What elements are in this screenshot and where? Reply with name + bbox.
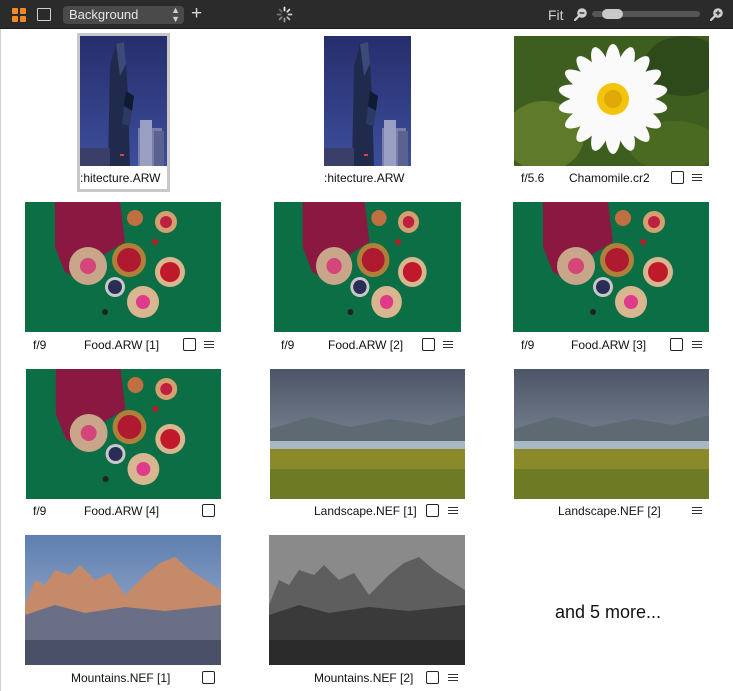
select-checkbox[interactable] <box>422 338 435 351</box>
file-name-label: Chamomile.cr2 <box>569 171 650 185</box>
select-checkbox[interactable] <box>426 671 439 684</box>
thumbnail-image[interactable] <box>26 369 221 499</box>
thumbnail-image[interactable] <box>514 369 709 499</box>
file-name-label: Food.ARW [2] <box>328 338 404 352</box>
metadata-list-icon[interactable] <box>692 507 702 515</box>
metadata-list-icon[interactable] <box>692 174 702 182</box>
thumbnail-image[interactable] <box>269 535 465 665</box>
loading-spinner-icon <box>276 6 293 23</box>
thumbnail-image[interactable] <box>25 535 221 665</box>
more-images-text: and 5 more... <box>555 602 662 622</box>
thumbnail-image[interactable] <box>324 36 411 166</box>
preset-select[interactable]: Background ▲ ▼ <box>63 6 184 24</box>
thumbnail-image[interactable] <box>80 36 167 166</box>
zoom-in-icon[interactable] <box>709 7 724 22</box>
file-name-label: Food.ARW [4] <box>84 504 160 518</box>
select-checkbox[interactable] <box>426 504 439 517</box>
file-name-label: Mountains.NEF [2] <box>314 671 414 685</box>
thumbnail-image[interactable] <box>25 202 221 332</box>
preset-value: Background <box>69 7 139 22</box>
file-name-label: :hitecture.ARW <box>324 171 405 185</box>
zoom-out-icon[interactable] <box>573 7 588 22</box>
thumbnail-image[interactable] <box>513 202 709 332</box>
file-name-label: Food.ARW [3] <box>571 338 647 352</box>
select-checkbox[interactable] <box>670 338 683 351</box>
metadata-list-icon[interactable] <box>443 341 453 349</box>
aperture-label: f/9 <box>33 504 47 518</box>
metadata-list-icon[interactable] <box>448 507 458 515</box>
browser-toolbar: Background ▲ ▼ + Fit <box>0 0 733 29</box>
metadata-list-icon[interactable] <box>448 674 458 682</box>
aperture-label: f/9 <box>521 338 535 352</box>
aperture-label: f/9 <box>281 338 295 352</box>
file-name-label: Food.ARW [1] <box>84 338 160 352</box>
file-name-label: :hitecture.ARW <box>80 171 161 185</box>
metadata-list-icon[interactable] <box>692 341 702 349</box>
single-view-icon[interactable] <box>37 8 51 21</box>
select-checkbox[interactable] <box>202 504 215 517</box>
add-icon[interactable]: + <box>191 4 202 24</box>
select-checkbox[interactable] <box>671 171 684 184</box>
file-name-label: Mountains.NEF [1] <box>71 671 171 685</box>
zoom-slider-thumb[interactable] <box>602 9 623 19</box>
grid-view-icon[interactable] <box>12 8 26 22</box>
aperture-label: f/5.6 <box>521 171 545 185</box>
select-checkbox[interactable] <box>183 338 196 351</box>
thumbnail-image[interactable] <box>514 36 709 166</box>
aperture-label: f/9 <box>33 338 47 352</box>
file-name-label: Landscape.NEF [2] <box>558 504 661 518</box>
fit-button[interactable]: Fit <box>548 7 564 23</box>
thumbnail-image[interactable] <box>274 202 461 332</box>
zoom-slider[interactable] <box>592 9 700 19</box>
thumbnail-image[interactable] <box>270 369 465 499</box>
file-name-label: Landscape.NEF [1] <box>314 504 417 518</box>
select-checkbox[interactable] <box>202 671 215 684</box>
chevron-updown-icon: ▲ ▼ <box>171 5 180 24</box>
metadata-list-icon[interactable] <box>204 341 214 349</box>
